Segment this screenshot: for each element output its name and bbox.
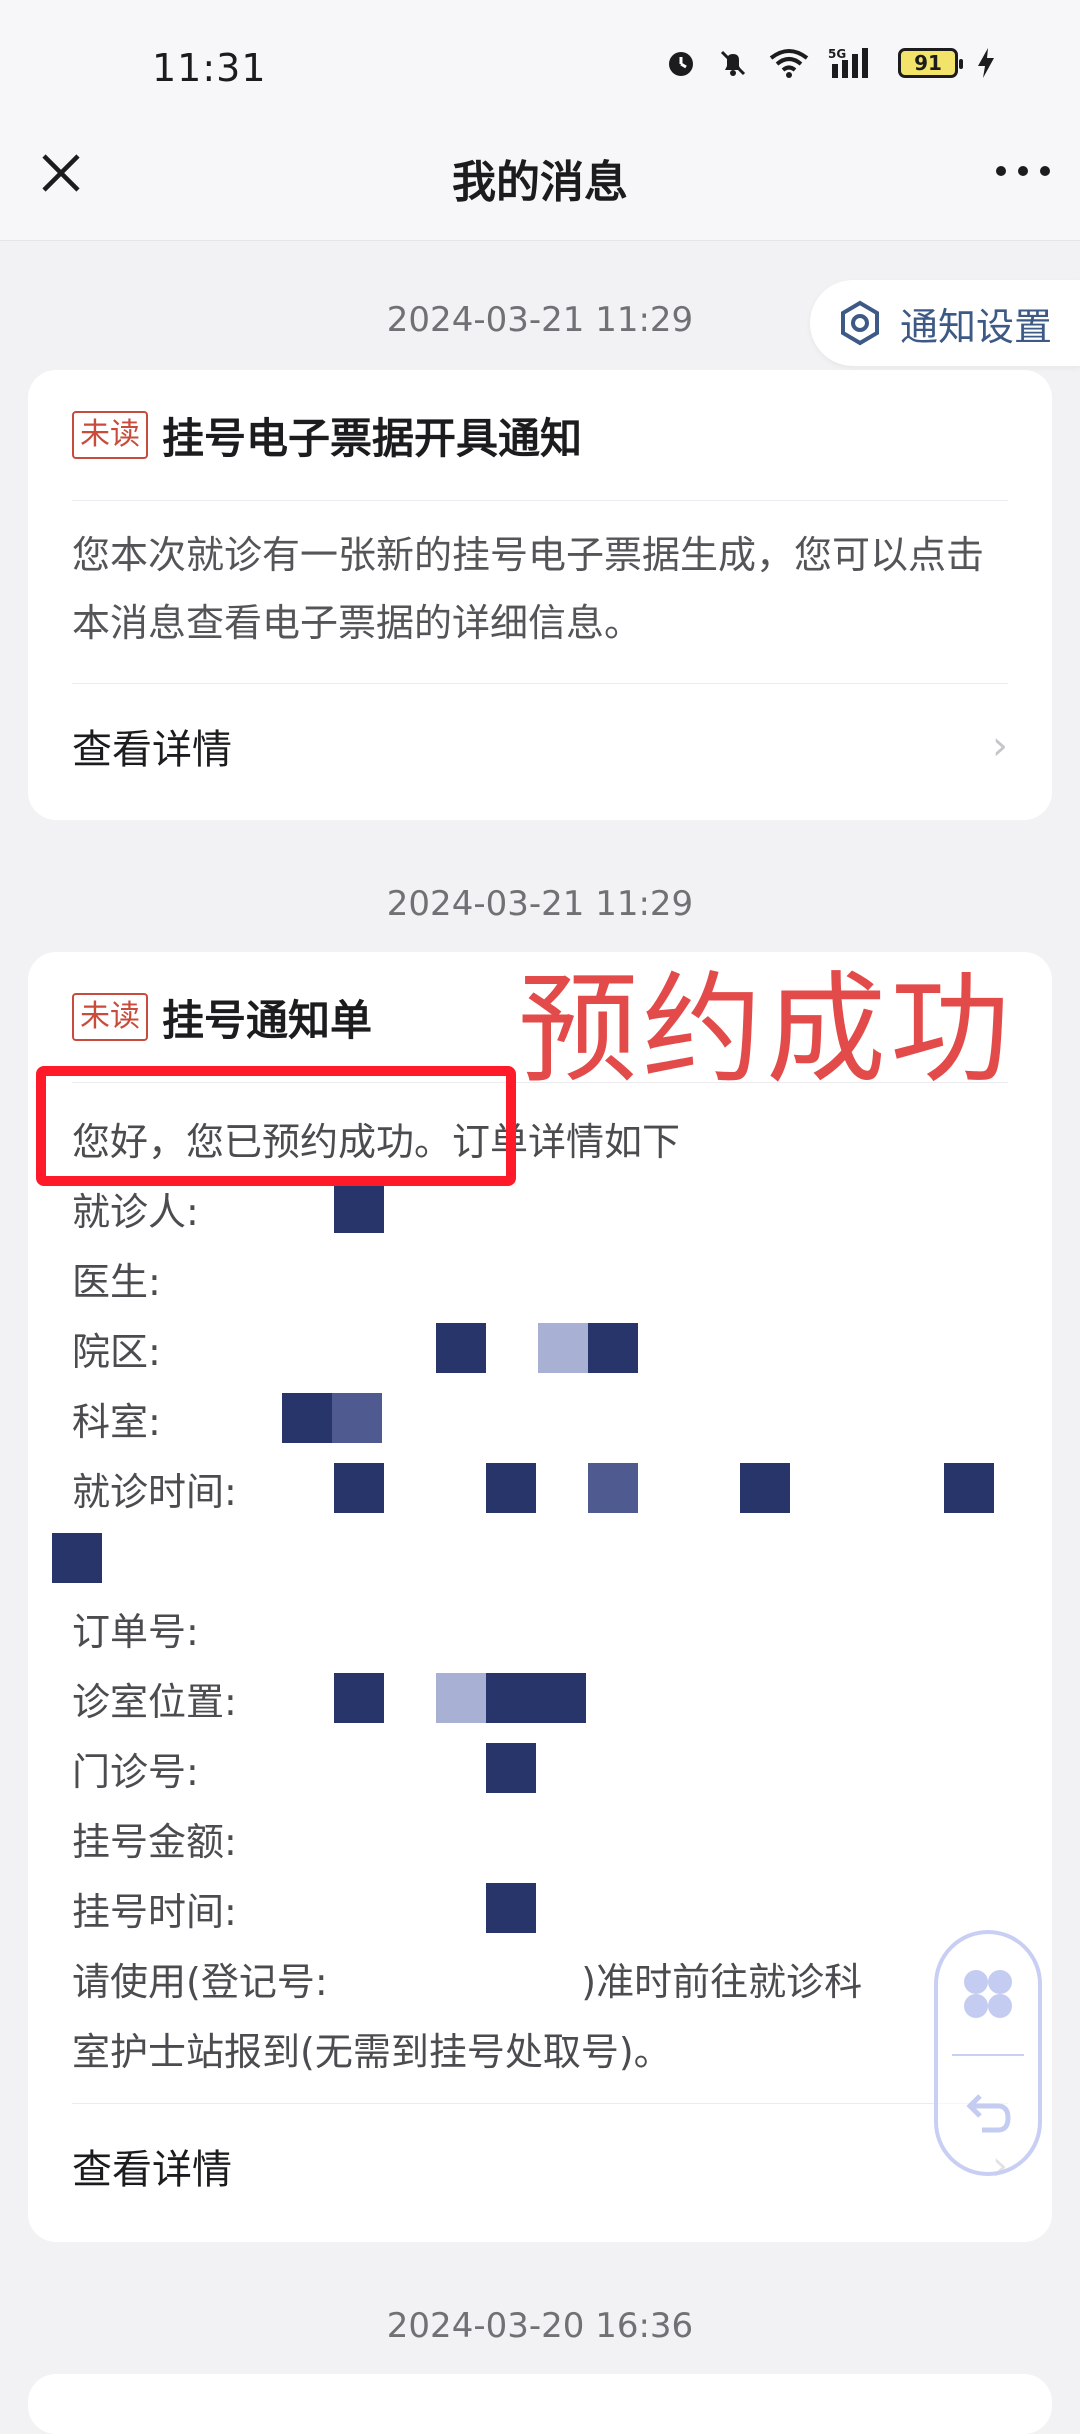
status-bar: 11:31 5G 91 bbox=[0, 0, 1080, 136]
field-order-number: 订单号: bbox=[72, 1609, 199, 1654]
view-details-label: 查看详情 bbox=[72, 2147, 232, 2193]
battery-icon: 91 bbox=[898, 48, 963, 78]
message-body: 您好，您已预约成功。订单详情如下 就诊人: 医生: 院区: 科室: 就诊时间: bbox=[52, 1083, 1008, 2104]
watermark-text: 预约成功 bbox=[518, 961, 1014, 1100]
message-date: 2024-03-21 11:29 bbox=[386, 300, 694, 340]
highlight-box bbox=[36, 1066, 516, 1186]
more-icon[interactable] bbox=[996, 166, 1050, 176]
message-date: 2024-03-20 16:36 bbox=[386, 2306, 694, 2346]
field-doctor: 医生: bbox=[72, 1259, 161, 1304]
wifi-icon bbox=[769, 49, 809, 78]
message-card[interactable]: 未读 挂号电子票据开具通知 您本次就诊有一张新的挂号电子票据生成，您可以点击本消… bbox=[28, 370, 1052, 820]
svg-text:5G: 5G bbox=[828, 47, 846, 61]
field-visit-time: 就诊时间: bbox=[72, 1453, 1008, 1523]
page-title: 我的消息 bbox=[452, 157, 628, 208]
charging-icon bbox=[978, 48, 994, 78]
view-details-link[interactable]: 查看详情 › bbox=[72, 2104, 1008, 2228]
message-date: 2024-03-21 11:29 bbox=[386, 884, 694, 924]
status-icons: 5G 91 bbox=[664, 46, 996, 80]
notice-line: 请使用(登记号: )准时前往就诊科 bbox=[72, 1959, 863, 2004]
field-department: 科室: bbox=[72, 1383, 1008, 1453]
field-register-time: 挂号时间: bbox=[72, 1873, 1008, 1943]
message-header: 未读 挂号电子票据开具通知 bbox=[72, 370, 1008, 501]
message-title: 挂号通知单 bbox=[162, 995, 373, 1045]
field-room-location: 诊室位置: bbox=[72, 1663, 1008, 1733]
message-body: 您本次就诊有一张新的挂号电子票据生成，您可以点击本消息查看电子票据的详细信息。 bbox=[72, 501, 1008, 684]
field-visit-time-cont bbox=[52, 1523, 1008, 1593]
nav-bar: 我的消息 bbox=[0, 136, 1080, 241]
unread-badge: 未读 bbox=[72, 993, 148, 1041]
apps-icon[interactable] bbox=[952, 1958, 1024, 2030]
5g-signal-icon: 5G bbox=[828, 47, 868, 78]
field-campus: 院区: bbox=[72, 1313, 1008, 1383]
notice-line: 室护士站报到(无需到挂号处取号)。 bbox=[72, 2029, 672, 2074]
field-fee: 挂号金额: bbox=[72, 1819, 237, 1864]
mute-bell-icon bbox=[720, 50, 746, 76]
message-card[interactable] bbox=[28, 2374, 1052, 2434]
unread-badge: 未读 bbox=[72, 411, 148, 459]
message-title: 挂号电子票据开具通知 bbox=[162, 413, 583, 463]
field-outpatient-number: 门诊号: bbox=[72, 1733, 1008, 1803]
alarm-icon bbox=[669, 52, 693, 76]
view-details-link[interactable]: 查看详情 › bbox=[72, 684, 1008, 808]
chevron-right-icon: › bbox=[992, 723, 1008, 769]
floating-widget[interactable] bbox=[934, 1930, 1042, 2176]
view-details-label: 查看详情 bbox=[72, 727, 232, 773]
status-time: 11:31 bbox=[152, 46, 267, 90]
back-arrow-icon[interactable] bbox=[958, 2084, 1018, 2144]
widget-divider bbox=[952, 2054, 1024, 2056]
